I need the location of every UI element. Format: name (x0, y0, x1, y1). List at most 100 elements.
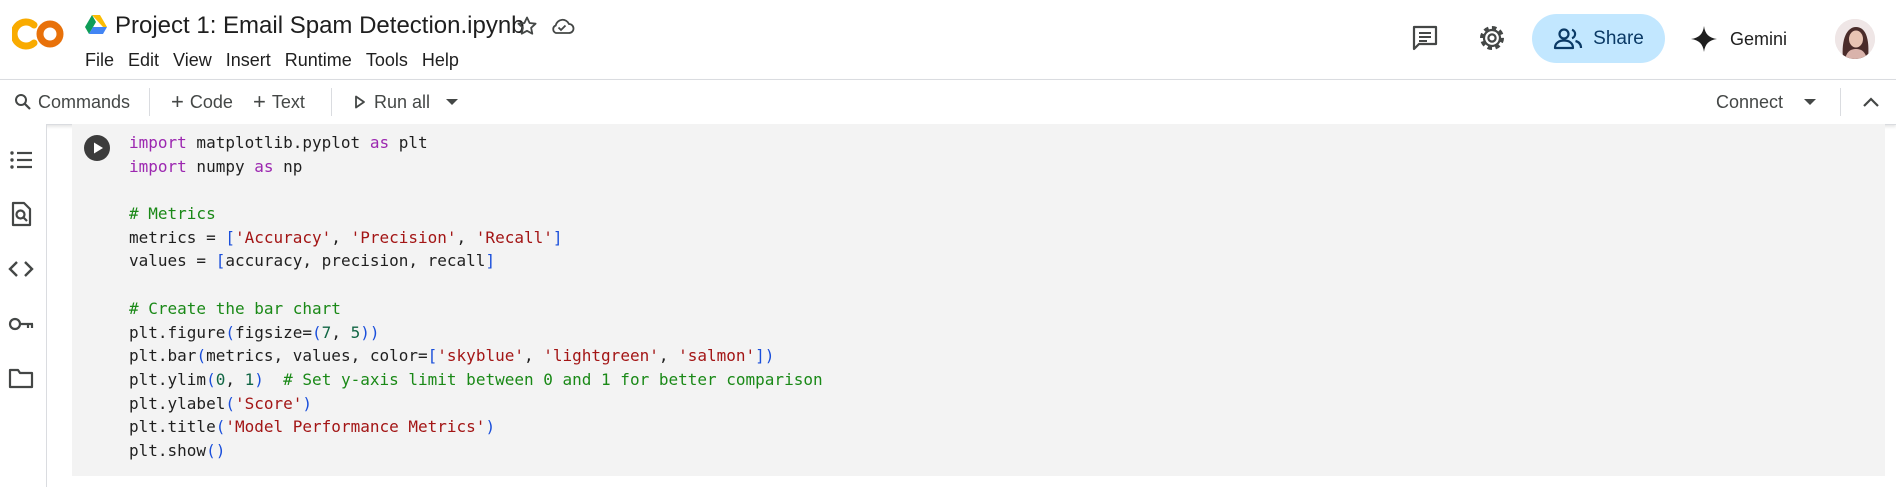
code-token: # Set y-axis limit between 0 and 1 for b… (283, 369, 823, 389)
menu-bar: File Edit View Insert Runtime Tools Help (78, 46, 466, 74)
find-replace-icon[interactable] (7, 200, 35, 228)
chevron-up-icon (1863, 97, 1879, 107)
star-icon[interactable] (515, 14, 539, 38)
google-drive-icon[interactable] (85, 15, 107, 35)
user-avatar[interactable] (1835, 19, 1875, 59)
menu-file[interactable]: File (78, 46, 121, 74)
code-token: ]) (755, 346, 775, 366)
toolbar-divider (331, 88, 332, 116)
caret-down-icon (446, 99, 458, 105)
code-token: , (523, 346, 544, 366)
run-all-button[interactable]: Run all (354, 80, 430, 124)
code-line: import numpy as np (129, 155, 1869, 179)
menu-help[interactable]: Help (415, 46, 466, 74)
code-line: import matplotlib.pyplot as plt (129, 131, 1869, 155)
run-cell-button[interactable] (84, 135, 110, 161)
comment-icon[interactable] (1411, 24, 1439, 52)
code-snippets-icon[interactable] (7, 255, 35, 283)
menu-edit[interactable]: Edit (121, 46, 166, 74)
search-icon (15, 94, 31, 110)
code-token: 'Model Performance Metrics' (225, 417, 486, 437)
gemini-button[interactable]: Gemini (1690, 20, 1787, 58)
menu-insert[interactable]: Insert (219, 46, 278, 74)
connect-dropdown[interactable] (1803, 80, 1817, 124)
code-token: matplotlib.pyplot (186, 133, 370, 152)
commands-label: Commands (38, 91, 131, 112)
code-token: import (129, 133, 187, 152)
code-token: ] (485, 251, 496, 271)
code-token: [ (225, 227, 235, 247)
menu-runtime[interactable]: Runtime (278, 46, 359, 74)
table-of-contents-icon[interactable] (7, 146, 35, 174)
code-token: () (206, 440, 226, 460)
share-button[interactable]: Share (1532, 14, 1665, 63)
code-token: 'Accuracy' (234, 227, 332, 247)
code-token: 0 (215, 369, 226, 389)
code-line: # Create the bar chart (129, 297, 1869, 321)
code-token: ( (312, 322, 322, 342)
play-icon (94, 142, 103, 154)
code-token: plt.title (129, 417, 216, 437)
code-token: 'Score' (234, 393, 303, 413)
caret-down-icon (1804, 99, 1816, 105)
cloud-saved-icon[interactable] (549, 15, 575, 37)
code-token: values = (129, 251, 216, 271)
secrets-key-icon[interactable] (7, 310, 35, 338)
avatar-image (1835, 19, 1875, 59)
code-token: 'Precision' (350, 227, 457, 247)
code-token: ( (215, 417, 226, 437)
code-line: plt.show() (129, 439, 1869, 463)
add-text-button[interactable]: + Text (253, 80, 305, 124)
code-token: , (658, 346, 679, 366)
code-token: ) (485, 417, 496, 437)
gemini-sparkle-icon (1691, 26, 1717, 52)
files-folder-icon[interactable] (7, 364, 35, 392)
code-line: metrics = ['Accuracy', 'Precision', 'Rec… (129, 226, 1869, 250)
people-icon (1554, 27, 1583, 49)
top-header: Project 1: Email Spam Detection.ipynb Fi… (0, 0, 1896, 78)
connect-button[interactable]: Connect (1716, 80, 1783, 124)
code-token: ] (552, 227, 563, 247)
code-token: plt (389, 133, 428, 152)
run-all-dropdown[interactable] (445, 80, 459, 124)
text-label: Text (271, 91, 305, 112)
menu-tools[interactable]: Tools (359, 46, 415, 74)
code-token: as (369, 133, 390, 152)
connect-label: Connect (1716, 91, 1784, 112)
code-line: # Metrics (129, 202, 1869, 226)
toolbar-divider (149, 88, 150, 116)
code-token: ) (254, 369, 264, 389)
code-token: plt.show (129, 440, 207, 460)
code-cell[interactable]: import matplotlib.pyplot as plt import nu… (72, 124, 1885, 476)
colab-logo-icon[interactable] (12, 16, 66, 52)
code-label: Code (189, 91, 233, 112)
code-token: ( (196, 346, 207, 366)
commands-button[interactable]: Commands (14, 80, 130, 124)
code-line: values = [accuracy, precision, recall] (129, 249, 1869, 273)
gemini-label: Gemini (1730, 28, 1788, 49)
code-token: , (331, 322, 351, 342)
code-token: metrics = (129, 227, 226, 247)
menu-view[interactable]: View (166, 46, 219, 74)
code-token: 'skyblue' (437, 346, 524, 366)
code-token: 7 (321, 322, 332, 342)
code-token: [ (427, 346, 438, 366)
add-code-button[interactable]: + Code (171, 80, 233, 124)
code-token: 'lightgreen' (543, 346, 659, 366)
plus-icon: + (171, 89, 184, 114)
code-token: as (254, 156, 274, 176)
code-editor[interactable]: import matplotlib.pyplot as plt import nu… (129, 131, 1869, 463)
code-token: plt.figure (129, 322, 226, 342)
code-token: 'salmon' (678, 346, 756, 366)
code-token: 'Recall' (475, 227, 553, 247)
play-icon (355, 95, 365, 109)
collapse-header-button[interactable] (1862, 80, 1880, 124)
code-token: [ (215, 251, 226, 271)
code-token: accuracy, precision, recall (225, 251, 486, 271)
toolbar-divider (1840, 88, 1841, 116)
gear-icon[interactable] (1478, 24, 1506, 52)
notebook-title[interactable]: Project 1: Email Spam Detection.ipynb (115, 11, 525, 41)
run-all-label: Run all (374, 91, 431, 112)
